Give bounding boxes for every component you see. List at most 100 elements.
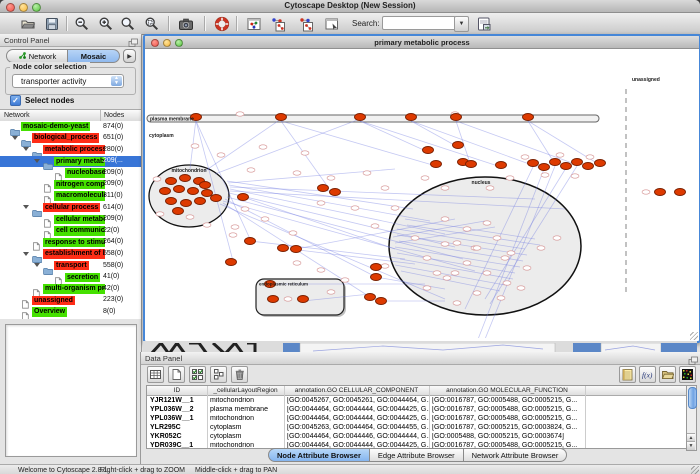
matrix-icon[interactable] (679, 366, 696, 383)
more-tabs-button[interactable]: ▶ (123, 49, 136, 63)
network-node[interactable] (539, 164, 550, 171)
scrollbar-thumb[interactable] (688, 387, 697, 409)
network-node-small[interactable] (381, 186, 389, 190)
network-node[interactable] (583, 163, 594, 170)
network-node[interactable] (180, 175, 191, 182)
resize-grip-icon[interactable] (690, 332, 698, 340)
network-node[interactable] (451, 114, 462, 121)
network-node-small[interactable] (441, 186, 449, 190)
network-node-small[interactable] (156, 212, 164, 216)
expander-icon[interactable] (34, 263, 40, 267)
network-node-small[interactable] (486, 186, 494, 190)
zoom-selected-icon[interactable] (142, 15, 162, 32)
network-node-small[interactable] (421, 176, 429, 180)
network-node-small[interactable] (351, 206, 359, 210)
tree-row[interactable]: unassigned223(0) (0, 295, 141, 307)
network-node-small[interactable] (423, 256, 431, 260)
network-node[interactable] (160, 188, 171, 195)
network-node-small[interactable] (506, 176, 514, 180)
annotation-icon[interactable] (322, 15, 342, 32)
delete-attribute-icon[interactable] (231, 366, 248, 383)
network-node-small[interactable] (501, 256, 509, 260)
table-cell[interactable]: YLR295C (147, 424, 207, 431)
network-node[interactable] (268, 296, 279, 303)
tree-row[interactable]: secretion41(0) (0, 272, 141, 284)
table-row[interactable]: YJR121W__1mitochondrion[GO:0045267, GO:0… (147, 396, 688, 405)
column-header[interactable]: _cellularLayoutRegion (207, 387, 284, 394)
table-cell[interactable]: cytoplasm (207, 433, 284, 440)
network-node-small[interactable] (191, 144, 199, 148)
table-cell[interactable]: mitochondrion (207, 415, 284, 422)
network-node[interactable] (371, 264, 382, 271)
tree-row[interactable]: cell communicat22(0) (0, 225, 141, 237)
tree-row[interactable]: mosaic-demo-yeast874(0) (0, 121, 141, 133)
network-node-small[interactable] (553, 236, 561, 240)
network-node[interactable] (595, 160, 606, 167)
attribute-table-icon[interactable] (147, 366, 164, 383)
network-node[interactable] (200, 182, 211, 189)
network-node[interactable] (188, 188, 199, 195)
network-node-small[interactable] (571, 174, 579, 178)
network-node[interactable] (330, 189, 341, 196)
network-node-small[interactable] (537, 246, 545, 250)
tree-row[interactable]: cellular metabo209(0) (0, 214, 141, 226)
import-attributes-icon[interactable] (659, 366, 676, 383)
tree-row[interactable]: multi-organism pro42(0) (0, 283, 141, 295)
network-node[interactable] (173, 208, 184, 215)
table-cell[interactable]: cytoplasm (207, 424, 284, 431)
network-node-small[interactable] (293, 261, 301, 265)
network-node-small[interactable] (497, 296, 505, 300)
network-node-small[interactable] (521, 155, 529, 159)
network-node-small[interactable] (327, 290, 335, 294)
zoom-fit-icon[interactable] (118, 15, 138, 32)
network-node-small[interactable] (483, 271, 491, 275)
network-node[interactable] (355, 114, 366, 121)
network-node-small[interactable] (517, 286, 525, 290)
network-node[interactable] (523, 114, 534, 121)
scroll-down-icon[interactable]: ▼ (687, 441, 695, 450)
vizmap-icon[interactable] (268, 15, 288, 32)
network-node-small[interactable] (293, 171, 301, 175)
network-node[interactable] (376, 298, 387, 305)
expander-icon[interactable] (34, 159, 40, 163)
network-node[interactable] (371, 274, 382, 281)
network-node[interactable] (238, 194, 249, 201)
table-cell[interactable]: YJR121W__1 (147, 397, 207, 404)
network-node-small[interactable] (586, 155, 594, 159)
network-node[interactable] (423, 147, 434, 154)
tab-network[interactable]: Network (6, 49, 68, 63)
table-scrollbar[interactable]: ▲▼ (686, 385, 697, 451)
column-header[interactable]: ID (147, 387, 207, 394)
network-node-small[interactable] (493, 236, 501, 240)
network-node-small[interactable] (284, 297, 292, 301)
network-node-small[interactable] (327, 176, 335, 180)
table-cell[interactable]: YPL036W__2 (147, 406, 207, 413)
network-node[interactable] (675, 189, 686, 196)
network-node-small[interactable] (453, 301, 461, 305)
unselect-attributes-icon[interactable] (210, 366, 227, 383)
tree-row[interactable]: nitrogen compo209(0) (0, 179, 141, 191)
network-node[interactable] (318, 185, 329, 192)
network-node-small[interactable] (556, 153, 564, 157)
network-node[interactable] (211, 195, 222, 202)
table-cell[interactable]: YKR052C (147, 433, 207, 440)
tree-row[interactable]: metabolic process280(0) (0, 144, 141, 156)
select-nodes-checkbox[interactable]: ✓ (10, 95, 21, 106)
table-row[interactable]: YLR295Ccytoplasm[GO:0045263, GO:0044464,… (147, 423, 688, 432)
tree-row[interactable]: nucleobase-209(0) (0, 167, 141, 179)
network-node[interactable] (453, 142, 464, 149)
network-node-small[interactable] (507, 251, 515, 255)
tree-row[interactable]: primary metabo209(... (0, 156, 141, 168)
tree-row[interactable]: response to stimul264(0) (0, 237, 141, 249)
network-node-small[interactable] (433, 271, 441, 275)
network-node-small[interactable] (317, 201, 325, 205)
column-header[interactable]: annotation.GO MOLECULAR_FUNCTION (429, 387, 585, 394)
network-node-small[interactable] (473, 246, 481, 250)
help-icon[interactable] (212, 15, 232, 32)
network-node-small[interactable] (363, 171, 371, 175)
network-node-small[interactable] (463, 261, 471, 265)
network-node[interactable] (365, 294, 376, 301)
network-node-small[interactable] (203, 223, 211, 227)
table-cell[interactable]: YDR039C__1 (147, 442, 207, 449)
network-node-small[interactable] (301, 151, 309, 155)
